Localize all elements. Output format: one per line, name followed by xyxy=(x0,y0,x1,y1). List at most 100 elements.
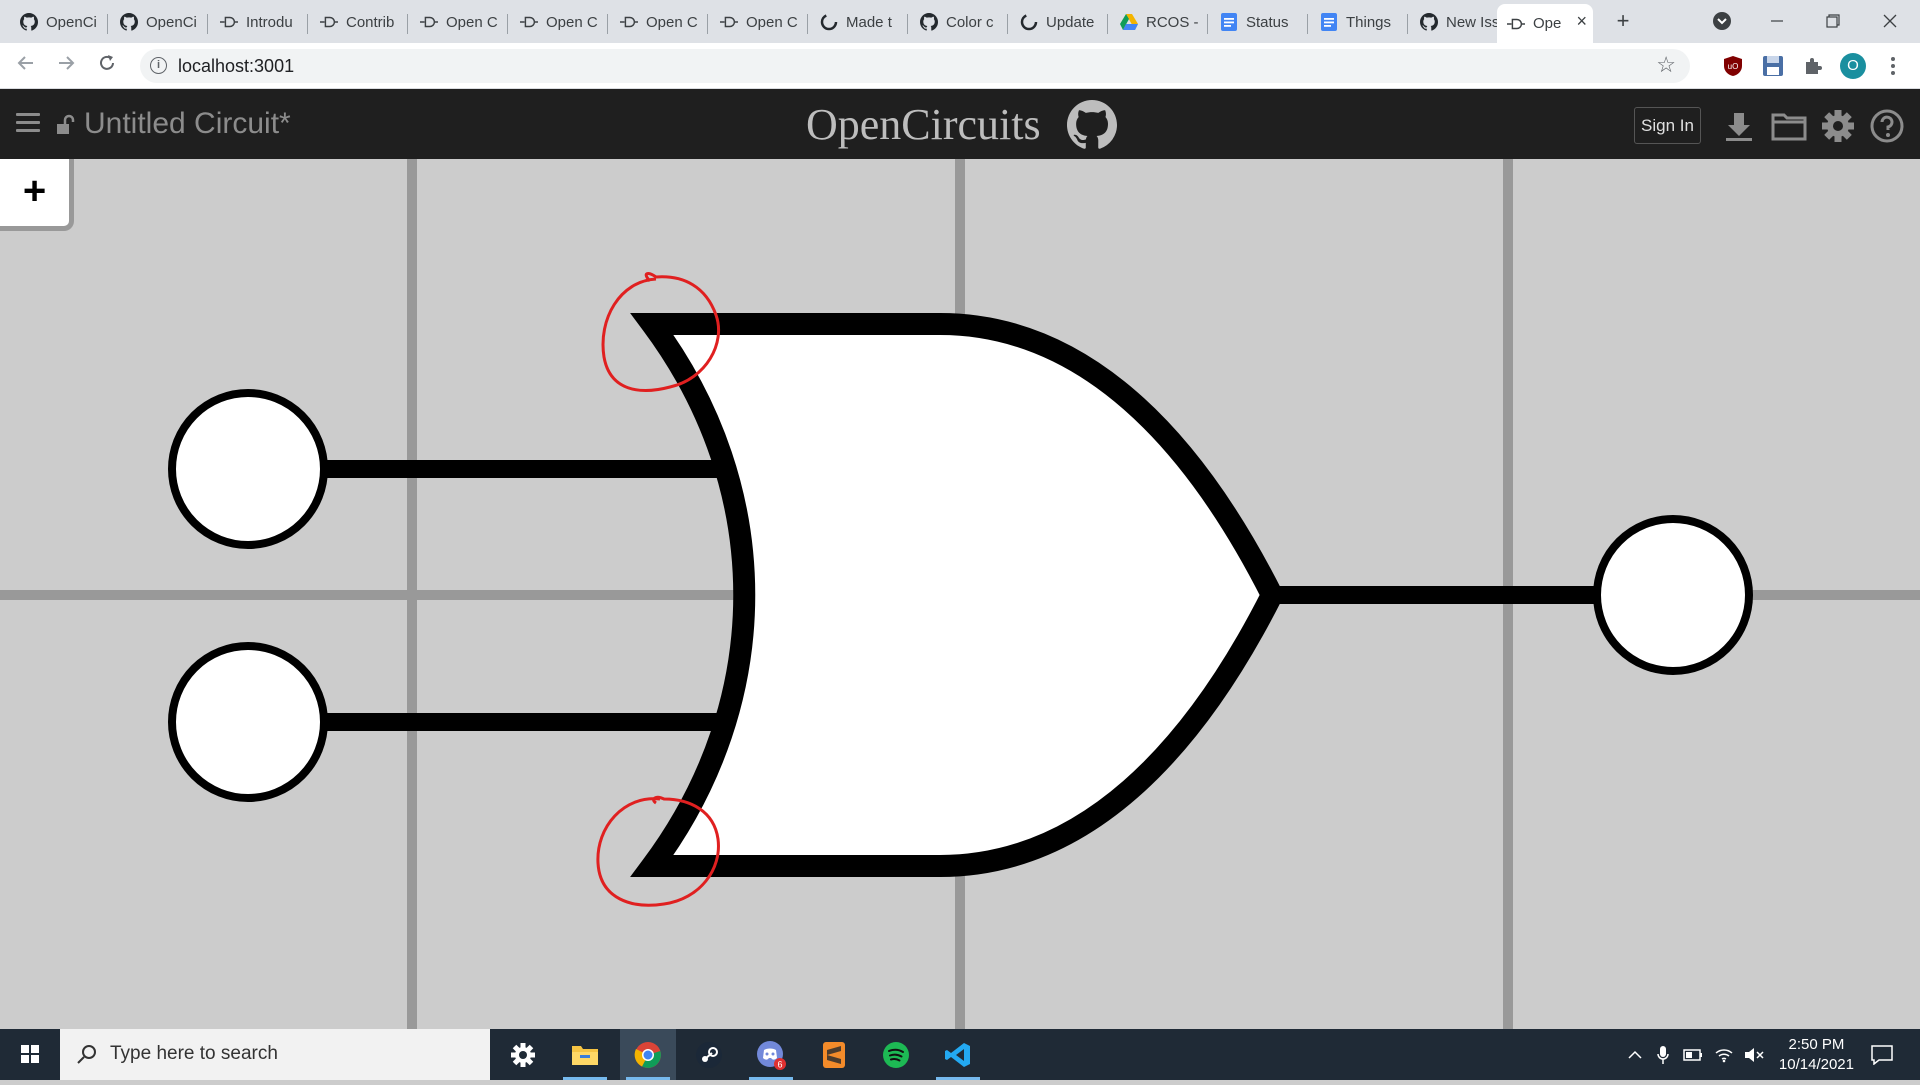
help-icon[interactable] xyxy=(1870,109,1904,143)
forward-icon[interactable] xyxy=(52,52,80,80)
bookmark-star-icon[interactable]: ☆ xyxy=(1656,52,1676,78)
open-folder-icon[interactable] xyxy=(1771,109,1807,143)
vscode-app-icon[interactable] xyxy=(930,1029,986,1080)
microphone-icon[interactable] xyxy=(1650,1029,1676,1080)
tab-search-icon[interactable] xyxy=(1707,8,1737,34)
sign-in-button[interactable]: Sign In xyxy=(1634,107,1701,144)
unlock-icon[interactable] xyxy=(55,114,77,136)
browser-tab[interactable]: Status xyxy=(1210,6,1308,38)
browser-tab[interactable]: OpenCi xyxy=(110,6,208,38)
restore-button[interactable] xyxy=(1818,8,1848,34)
profile-avatar[interactable]: O xyxy=(1840,53,1866,79)
google-docs-icon xyxy=(1220,13,1238,31)
save-extension-icon[interactable] xyxy=(1760,53,1786,79)
input-switch-2[interactable] xyxy=(168,642,328,802)
tab-separator xyxy=(807,14,808,34)
or-gate[interactable] xyxy=(630,313,1285,877)
browser-tab[interactable]: Open C xyxy=(410,6,508,38)
tab-separator xyxy=(1407,14,1408,34)
opencircuits-icon xyxy=(620,13,638,31)
circuit-canvas[interactable]: + xyxy=(0,159,1920,1029)
github-icon xyxy=(920,13,938,31)
github-icon xyxy=(20,13,38,31)
close-window-button[interactable] xyxy=(1875,8,1905,34)
clock-date: 10/14/2021 xyxy=(1778,1056,1854,1073)
browser-tab[interactable]: Color c xyxy=(910,6,1008,38)
add-component-button[interactable]: + xyxy=(0,159,74,231)
browser-tab[interactable]: Ope × xyxy=(1497,4,1593,43)
github-icon xyxy=(1420,13,1438,31)
browser-tab-label: Things xyxy=(1346,13,1392,31)
windows-start-icon[interactable] xyxy=(0,1029,60,1080)
browser-tab[interactable]: Open C xyxy=(510,6,608,38)
browser-tab-label: Open C xyxy=(546,13,598,31)
sublime-text-icon[interactable] xyxy=(806,1029,862,1080)
app-header: Untitled Circuit* OpenCircuits Sign In xyxy=(0,89,1920,159)
site-info-icon[interactable]: i xyxy=(150,57,167,74)
hamburger-menu-icon[interactable] xyxy=(16,113,40,133)
search-placeholder: Type here to search xyxy=(110,1043,278,1064)
search-icon xyxy=(77,1045,96,1064)
discord-app-icon[interactable]: 6 xyxy=(743,1029,799,1080)
tab-separator xyxy=(1207,14,1208,34)
browser-tab[interactable]: Open C xyxy=(710,6,808,38)
steam-app-icon[interactable] xyxy=(681,1029,737,1080)
output-led[interactable] xyxy=(1593,515,1753,675)
reload-icon[interactable] xyxy=(93,52,121,80)
browser-tab-label: Open C xyxy=(646,13,698,31)
new-tab-button[interactable]: + xyxy=(1608,8,1638,34)
brand-title: OpenCircuits xyxy=(806,100,1041,149)
taskbar-search-box[interactable]: Type here to search xyxy=(60,1029,490,1080)
github-loading-icon xyxy=(820,13,838,31)
minimize-button[interactable] xyxy=(1762,8,1792,34)
back-icon[interactable] xyxy=(12,52,40,80)
close-tab-icon[interactable]: × xyxy=(1576,11,1587,32)
browser-tab-label: OpenCi xyxy=(146,13,197,31)
tab-separator xyxy=(607,14,608,34)
browser-tab[interactable]: RCOS - xyxy=(1110,6,1208,38)
settings-gear-icon[interactable] xyxy=(1821,109,1855,143)
ublock-icon[interactable]: uO xyxy=(1720,53,1746,79)
browser-tab-label: Color c xyxy=(946,13,994,31)
tab-separator xyxy=(307,14,308,34)
taskbar-clock[interactable]: 2:50 PM 10/14/2021 xyxy=(1779,1035,1854,1075)
chrome-app-icon[interactable] xyxy=(620,1029,676,1080)
volume-muted-icon[interactable] xyxy=(1740,1029,1768,1080)
browser-tab[interactable]: Things xyxy=(1310,6,1408,38)
extensions-puzzle-icon[interactable] xyxy=(1800,53,1826,79)
opencircuits-icon xyxy=(220,13,238,31)
browser-tab[interactable]: Open C xyxy=(610,6,708,38)
file-explorer-icon[interactable] xyxy=(557,1029,613,1080)
tab-separator xyxy=(407,14,408,34)
tab-separator xyxy=(707,14,708,34)
input-switch-1[interactable] xyxy=(168,389,328,549)
browser-tab-label: Update xyxy=(1046,13,1095,31)
browser-menu-icon[interactable] xyxy=(1880,53,1906,79)
download-icon[interactable] xyxy=(1722,109,1756,143)
browser-tab[interactable]: OpenCi xyxy=(10,6,108,38)
spotify-app-icon[interactable] xyxy=(868,1029,924,1080)
wifi-icon[interactable] xyxy=(1710,1029,1738,1080)
opencircuits-icon xyxy=(320,13,338,31)
circuit-name-input[interactable]: Untitled Circuit* xyxy=(84,107,291,141)
browser-tab[interactable]: Update xyxy=(1010,6,1108,38)
tab-separator xyxy=(107,14,108,34)
tab-separator xyxy=(907,14,908,34)
browser-tab[interactable]: Made t xyxy=(810,6,908,38)
github-loading-icon xyxy=(1020,13,1038,31)
address-bar[interactable]: i localhost:3001 ☆ xyxy=(140,49,1690,83)
browser-tab-label: Made t xyxy=(846,13,892,31)
browser-tab[interactable]: Contrib xyxy=(310,6,408,38)
settings-app-icon[interactable] xyxy=(495,1029,551,1080)
opencircuits-icon xyxy=(420,13,438,31)
browser-tab[interactable]: New Iss xyxy=(1410,6,1508,38)
notifications-icon[interactable] xyxy=(1862,1029,1902,1080)
battery-icon[interactable] xyxy=(1679,1029,1707,1080)
google-docs-icon xyxy=(1320,13,1338,31)
opencircuits-icon xyxy=(720,13,738,31)
browser-tab-strip: OpenCi OpenCi Introdu Contrib Open C Open C Op… xyxy=(0,0,1920,43)
browser-tab[interactable]: Introdu xyxy=(210,6,308,38)
browser-tab-label: New Iss xyxy=(1446,13,1500,31)
github-logo-icon[interactable] xyxy=(1067,100,1117,150)
tray-overflow-icon[interactable] xyxy=(1622,1029,1648,1080)
